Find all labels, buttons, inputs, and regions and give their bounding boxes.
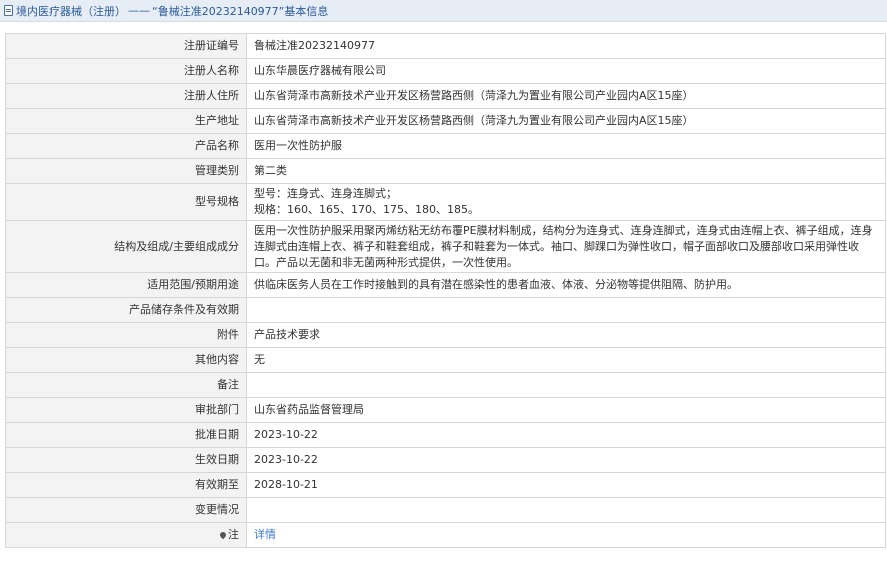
table-row: 其他内容 无 bbox=[5, 347, 886, 373]
row-label: 审批部门 bbox=[5, 397, 247, 423]
table-row: 生效日期 2023-10-22 bbox=[5, 447, 886, 473]
row-label: 生效日期 bbox=[5, 447, 247, 473]
row-label: 注 bbox=[5, 522, 247, 548]
table-row: 审批部门 山东省药品监督管理局 bbox=[5, 397, 886, 423]
row-label: 有效期至 bbox=[5, 472, 247, 498]
row-value: 山东省菏泽市高新技术产业开发区杨营路西侧（菏泽九为置业有限公司产业园内A区15座… bbox=[246, 83, 886, 109]
row-value bbox=[246, 372, 886, 398]
table-row: 注册人住所 山东省菏泽市高新技术产业开发区杨营路西侧（菏泽九为置业有限公司产业园… bbox=[5, 83, 886, 109]
row-label: 其他内容 bbox=[5, 347, 247, 373]
row-value: 山东省菏泽市高新技术产业开发区杨营路西侧（菏泽九为置业有限公司产业园内A区15座… bbox=[246, 108, 886, 134]
row-value: 山东华晨医疗器械有限公司 bbox=[246, 58, 886, 84]
table-row: 注 详情 bbox=[5, 522, 886, 548]
table-row: 注册证编号 鲁械注准20232140977 bbox=[5, 33, 886, 59]
pin-icon bbox=[218, 530, 228, 540]
row-label: 型号规格 bbox=[5, 183, 247, 221]
row-label: 备注 bbox=[5, 372, 247, 398]
table-row: 变更情况 bbox=[5, 497, 886, 523]
row-value: 鲁械注准20232140977 bbox=[246, 33, 886, 59]
spec-line: 规格：160、165、170、175、180、185。 bbox=[254, 203, 479, 216]
row-label: 产品储存条件及有效期 bbox=[5, 297, 247, 323]
table-row: 有效期至 2028-10-21 bbox=[5, 472, 886, 498]
document-icon bbox=[4, 5, 13, 16]
row-value bbox=[246, 297, 886, 323]
row-value: 2023-10-22 bbox=[246, 422, 886, 448]
table-row: 生产地址 山东省菏泽市高新技术产业开发区杨营路西侧（菏泽九为置业有限公司产业园内… bbox=[5, 108, 886, 134]
table-row: 适用范围/预期用途 供临床医务人员在工作时接触到的具有潜在感染性的患者血液、体液… bbox=[5, 272, 886, 298]
row-value bbox=[246, 497, 886, 523]
row-label: 附件 bbox=[5, 322, 247, 348]
row-label: 结构及组成/主要组成成分 bbox=[5, 220, 247, 273]
row-label: 产品名称 bbox=[5, 133, 247, 159]
row-value: 产品技术要求 bbox=[246, 322, 886, 348]
row-value: 山东省药品监督管理局 bbox=[246, 397, 886, 423]
row-value: 医用一次性防护服 bbox=[246, 133, 886, 159]
model-line: 型号：连身式、连身连脚式； bbox=[254, 187, 397, 200]
breadcrumb-link[interactable]: 境内医疗器械（注册） bbox=[16, 3, 126, 19]
row-label: 生产地址 bbox=[5, 108, 247, 134]
table-row: 管理类别 第二类 bbox=[5, 158, 886, 184]
row-value: 供临床医务人员在工作时接触到的具有潜在感染性的患者血液、体液、分泌物等提供阻隔、… bbox=[246, 272, 886, 298]
table-row: 批准日期 2023-10-22 bbox=[5, 422, 886, 448]
row-label: 注册证编号 bbox=[5, 33, 247, 59]
table-row: 产品储存条件及有效期 bbox=[5, 297, 886, 323]
info-table: 注册证编号 鲁械注准20232140977 注册人名称 山东华晨医疗器械有限公司… bbox=[5, 33, 886, 548]
row-label: 适用范围/预期用途 bbox=[5, 272, 247, 298]
table-row: 型号规格 型号：连身式、连身连脚式； 规格：160、165、170、175、18… bbox=[5, 183, 886, 221]
row-value: 型号：连身式、连身连脚式； 规格：160、165、170、175、180、185… bbox=[246, 183, 886, 221]
row-value: 2023-10-22 bbox=[246, 447, 886, 473]
breadcrumb-separator: —— bbox=[128, 4, 150, 17]
row-label: 批准日期 bbox=[5, 422, 247, 448]
note-label: 注 bbox=[228, 528, 239, 541]
row-value: 无 bbox=[246, 347, 886, 373]
row-value: 第二类 bbox=[246, 158, 886, 184]
row-label: 注册人住所 bbox=[5, 83, 247, 109]
table-row: 结构及组成/主要组成成分 医用一次性防护服采用聚丙烯纺粘无纺布覆PE膜材料制成，… bbox=[5, 220, 886, 273]
table-row: 产品名称 医用一次性防护服 bbox=[5, 133, 886, 159]
row-label: 变更情况 bbox=[5, 497, 247, 523]
page-title: “鲁械注准20232140977”基本信息 bbox=[152, 4, 329, 18]
table-row: 备注 bbox=[5, 372, 886, 398]
table-row: 附件 产品技术要求 bbox=[5, 322, 886, 348]
row-label: 注册人名称 bbox=[5, 58, 247, 84]
row-value: 医用一次性防护服采用聚丙烯纺粘无纺布覆PE膜材料制成，结构分为连身式、连身连脚式… bbox=[246, 220, 886, 273]
row-label: 管理类别 bbox=[5, 158, 247, 184]
details-link[interactable]: 详情 bbox=[254, 528, 276, 541]
row-value: 详情 bbox=[246, 522, 886, 548]
row-value: 2028-10-21 bbox=[246, 472, 886, 498]
page-header: 境内医疗器械（注册） —— “鲁械注准20232140977”基本信息 bbox=[0, 0, 887, 22]
table-row: 注册人名称 山东华晨医疗器械有限公司 bbox=[5, 58, 886, 84]
